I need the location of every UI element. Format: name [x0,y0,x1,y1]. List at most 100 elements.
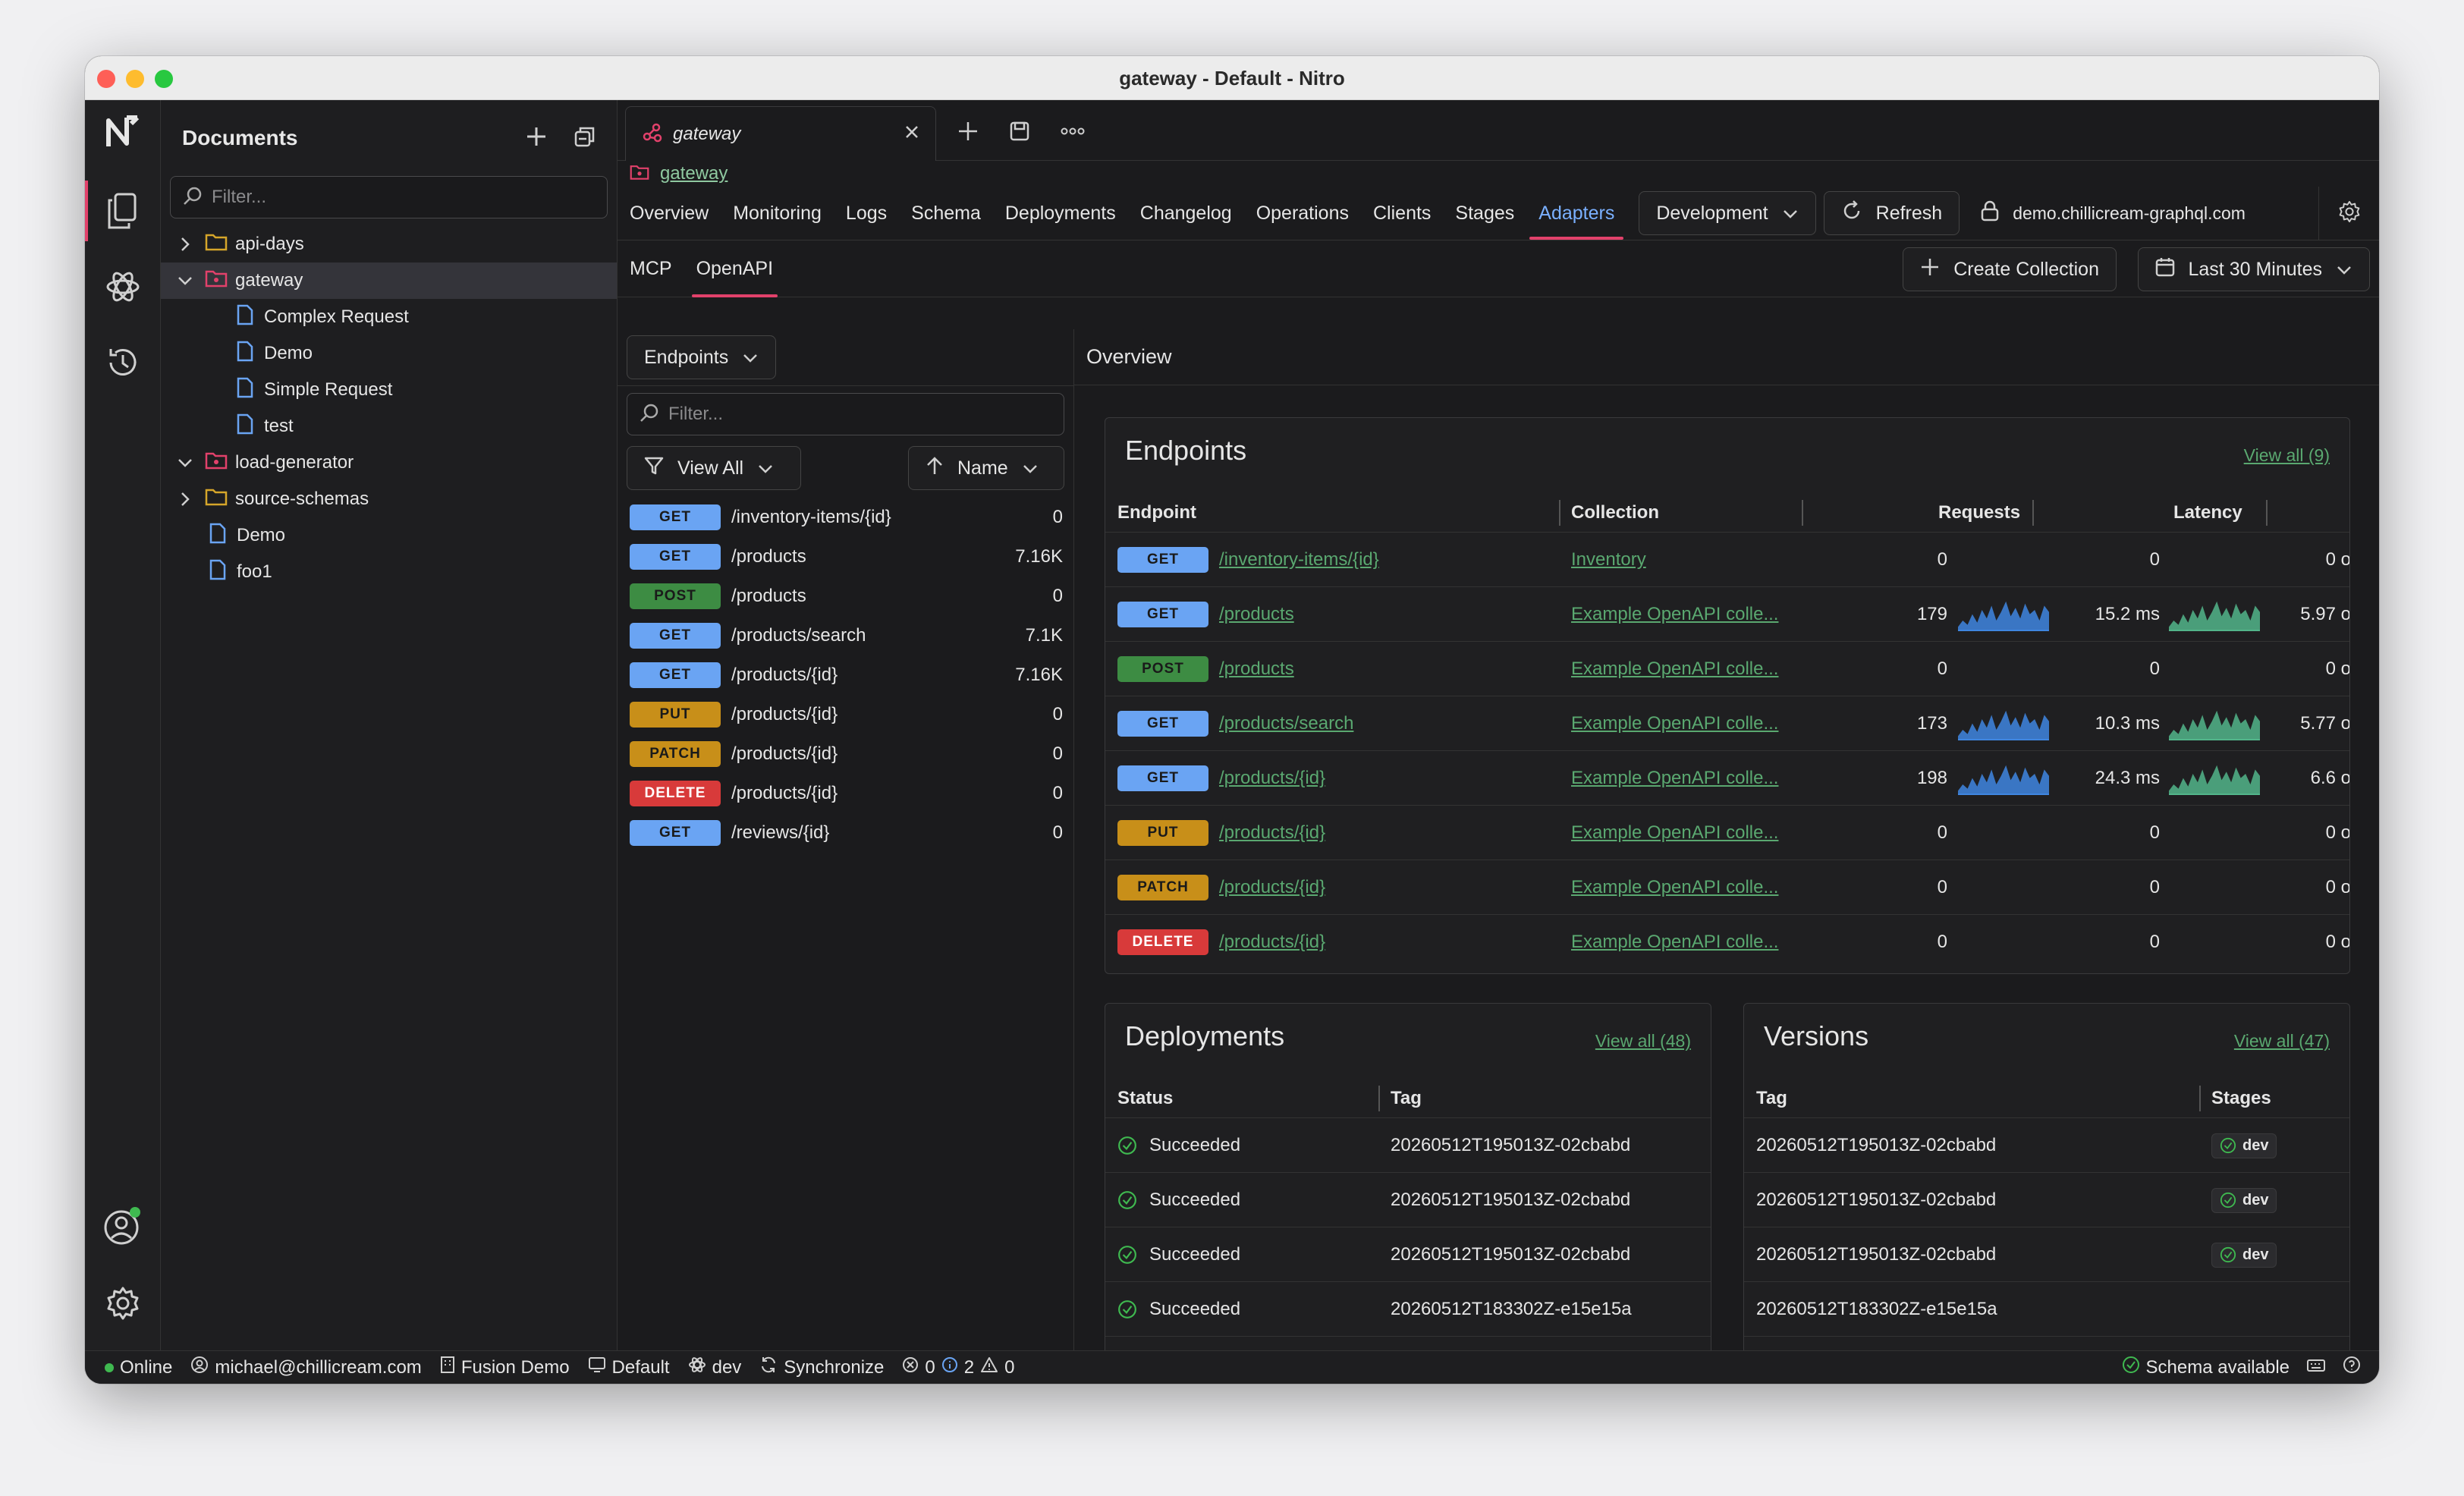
endpoint-path-link[interactable]: /products [1219,604,1294,625]
tree-item-demo[interactable]: Demo [161,335,617,372]
nav-logs[interactable]: Logs [834,187,899,240]
keyboard-icon[interactable] [2306,1357,2326,1378]
tree-item-api-days[interactable]: api-days [161,226,617,262]
nav-deployments[interactable]: Deployments [993,187,1128,240]
endpoints-dropdown[interactable]: Endpoints [627,335,777,379]
collection-link[interactable]: Example OpenAPI colle... [1571,822,1778,844]
collection-link[interactable]: Example OpenAPI colle... [1571,768,1778,789]
collection-link[interactable]: Example OpenAPI colle... [1571,713,1778,734]
column-header-endpoint[interactable]: Endpoint [1117,494,1196,532]
column-header-requests[interactable]: Requests [1938,494,2020,532]
tab-openapi[interactable]: OpenAPI [684,240,785,297]
sidebar-filter[interactable] [170,176,608,218]
sidebar-filter-input[interactable] [212,187,595,208]
table-row[interactable]: 20260512T183302Z-e15e15a [1744,1281,2349,1336]
settings-icon[interactable] [102,1282,144,1325]
table-row[interactable]: Succeeded 20260512T195013Z-02cbabd [1105,1172,1711,1227]
collection-link[interactable]: Example OpenAPI colle... [1571,877,1778,898]
table-row[interactable]: POST/products Example OpenAPI colle... 0 0 0… [1105,641,2349,696]
column-header-stages[interactable]: Stages [2211,1080,2271,1117]
tree-item-test[interactable]: test [161,408,617,445]
close-tab-icon[interactable] [904,124,920,144]
sort-dropdown[interactable]: Name [908,446,1064,490]
list-item[interactable]: GET/products 7.16K [618,537,1073,577]
chevron-down-icon[interactable] [170,457,200,468]
table-row[interactable]: 20260512T195013Z-02cbabd dev [1744,1172,2349,1227]
list-item[interactable]: GET/inventory-items/{id} 0 [618,498,1073,537]
new-tab-icon[interactable] [957,121,979,146]
collection-link[interactable]: Example OpenAPI colle... [1571,604,1778,625]
table-row[interactable]: GET/products Example OpenAPI colle... 179 1… [1105,586,2349,641]
deployments-view-all-link[interactable]: View all (48) [1595,1031,1691,1051]
tree-item-foo1[interactable]: foo1 [161,554,617,590]
table-row[interactable]: GET/products/{id} Example OpenAPI colle..… [1105,750,2349,805]
stage-badge[interactable]: dev [2211,1187,2277,1213]
workspace-status[interactable]: Fusion Demo [440,1356,570,1379]
table-row[interactable]: 20260512T195013Z-02cbabd dev [1744,1227,2349,1281]
tree-item-simple-request[interactable]: Simple Request [161,372,617,408]
list-item[interactable]: GET/reviews/{id} 0 [618,813,1073,853]
collection-link[interactable]: Example OpenAPI colle... [1571,932,1778,953]
table-row[interactable]: 20260512T195013Z-02cbabd dev [1744,1117,2349,1172]
stage-badge[interactable]: dev [2211,1242,2277,1268]
endpoint-path-link[interactable]: /products/{id} [1219,822,1325,844]
schema-status[interactable]: Schema available [2122,1356,2290,1379]
tab-gateway[interactable]: gateway [625,106,936,161]
tree-item-complex-request[interactable]: Complex Request [161,299,617,335]
account-icon[interactable] [102,1205,144,1247]
connection-status[interactable]: Online [105,1357,172,1378]
endpoint-filter[interactable] [627,393,1064,435]
table-row[interactable]: GET/inventory-items/{id} Inventory 0 0 0 o [1105,532,2349,586]
list-item[interactable]: POST/products 0 [618,577,1073,616]
help-icon[interactable] [2343,1356,2361,1379]
nav-stages[interactable]: Stages [1443,187,1526,240]
list-item[interactable]: PATCH/products/{id} 0 [618,734,1073,774]
collection-link[interactable]: Inventory [1571,549,1646,570]
refresh-button[interactable]: Refresh [1823,191,1960,235]
endpoint-path-link[interactable]: /products [1219,658,1294,680]
nav-clients[interactable]: Clients [1361,187,1443,240]
endpoint-path-link[interactable]: /products/{id} [1219,932,1325,953]
collapse-all-icon[interactable] [574,126,596,151]
chevron-right-icon[interactable] [170,236,200,253]
nav-monitoring[interactable]: Monitoring [721,187,834,240]
documents-icon[interactable] [102,190,144,232]
endpoint-filter-input[interactable] [668,404,1051,425]
tree-item-gateway[interactable]: gateway [161,262,617,299]
view-filter-dropdown[interactable]: View All [627,446,801,490]
nav-adapters[interactable]: Adapters [1526,187,1626,240]
tree-item-load-generator[interactable]: load-generator [161,445,617,481]
versions-view-all-link[interactable]: View all (47) [2234,1031,2330,1051]
table-row[interactable]: Succeeded 20260512T195013Z-02cbabd [1105,1117,1711,1172]
endpoint-path-link[interactable]: /products/search [1219,713,1353,734]
endpoint-path-link[interactable]: /products/{id} [1219,768,1325,789]
list-item[interactable]: GET/products/search 7.1K [618,616,1073,655]
nav-changelog[interactable]: Changelog [1128,187,1244,240]
stage-status[interactable]: dev [688,1356,741,1379]
column-header-tag[interactable]: Tag [1756,1080,1787,1117]
problems-status[interactable]: 0 2 0 [902,1356,1014,1378]
list-item[interactable]: PUT/products/{id} 0 [618,695,1073,734]
api-settings-button[interactable] [2318,187,2379,240]
history-icon[interactable] [102,341,144,384]
nav-schema[interactable]: Schema [899,187,993,240]
chevron-right-icon[interactable] [170,491,200,508]
table-row[interactable]: Succeeded 20260512T195013Z-02cbabd [1105,1227,1711,1281]
user-status[interactable]: michael@chillicream.com [190,1356,422,1379]
nav-operations[interactable]: Operations [1244,187,1361,240]
tab-mcp[interactable]: MCP [618,240,684,297]
column-header-latency[interactable]: Latency [2173,494,2242,532]
tree-item-demo-root[interactable]: Demo [161,517,617,554]
collection-link[interactable]: Example OpenAPI colle... [1571,658,1778,680]
column-header-status[interactable]: Status [1117,1080,1173,1117]
breadcrumb-gateway-link[interactable]: gateway [660,163,728,184]
nav-overview[interactable]: Overview [618,187,721,240]
endpoint-path-link[interactable]: /products/{id} [1219,877,1325,898]
table-row[interactable]: Succeeded 20260512T183302Z-e15e15a [1105,1281,1711,1336]
endpoints-view-all-link[interactable]: View all (9) [2244,445,2330,466]
list-item[interactable]: DELETE/products/{id} 0 [618,774,1073,813]
table-row[interactable]: PATCH/products/{id} Example OpenAPI colle… [1105,860,2349,914]
table-row[interactable]: PUT/products/{id} Example OpenAPI colle..… [1105,805,2349,860]
tree-item-source-schemas[interactable]: source-schemas [161,481,617,517]
graphql-icon[interactable] [102,266,144,308]
